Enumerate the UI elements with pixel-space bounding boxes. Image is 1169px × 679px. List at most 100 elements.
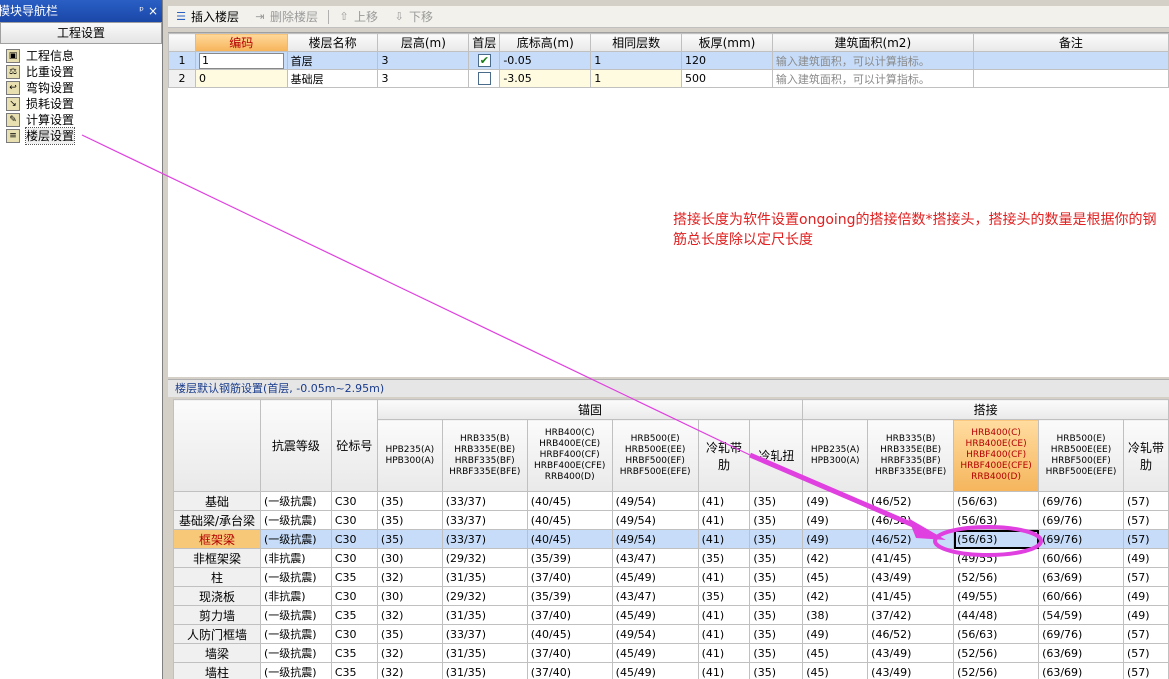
col-header-base-elevation[interactable]: 底标高(m) [499,33,592,52]
floor-code-cell[interactable]: 1 [194,51,288,70]
building-area-cell[interactable]: 输入建筑面积，可以计算指标。 [771,51,974,70]
anchorage-cell[interactable]: (31/35) [441,605,528,625]
first-floor-cell[interactable] [468,69,501,88]
lap-splice-cell[interactable]: (56/63) [953,491,1040,511]
anchorage-cell[interactable]: (40/45) [526,624,613,644]
lap-splice-cell[interactable]: (56/63) [953,624,1040,644]
lap-splice-cell[interactable]: (60/66) [1038,586,1124,606]
concrete-grade-cell[interactable]: C30 [330,491,378,511]
floor-row[interactable]: 2 0 基础层 3 -3.05 1 500 输入建筑面积，可以计算指标。 [168,69,1169,88]
anchorage-cell[interactable]: (41) [697,605,751,625]
anchorage-cell[interactable]: (31/35) [441,567,528,587]
lap-splice-cell[interactable]: (46/52) [867,510,955,530]
lap-splice-cell[interactable]: (63/69) [1038,643,1124,663]
anchorage-cell[interactable]: (49/54) [611,624,699,644]
lap-splice-cell[interactable]: (49/55) [953,586,1040,606]
slab-thickness-cell[interactable]: 500 [681,69,773,88]
nav-section-project-settings[interactable]: 工程设置 [0,22,162,44]
lap-splice-cell[interactable]: (43/49) [867,662,955,679]
lap-splice-cell[interactable]: (69/76) [1038,491,1124,511]
anchorage-cell[interactable]: (29/32) [441,586,528,606]
anchorage-cell[interactable]: (41) [697,567,751,587]
lap-splice-cell[interactable]: (42) [802,586,869,606]
lap-splice-cell[interactable]: (49) [1123,605,1169,625]
lap-splice-cell[interactable]: (49) [802,624,869,644]
floor-name-cell[interactable]: 首层 [286,51,379,70]
concrete-grade-cell[interactable]: C35 [330,605,378,625]
notes-cell[interactable] [972,69,1169,88]
col-header-building-area[interactable]: 建筑面积(m2) [771,33,974,52]
nav-item[interactable]: ↘ 损耗设置 [0,96,162,112]
nav-item[interactable]: ≡ 楼层设置 [0,127,162,145]
lap-splice-cell[interactable]: (63/69) [1038,662,1124,679]
concrete-grade-cell[interactable]: C30 [330,624,378,644]
col-header-code[interactable]: 编码 [194,33,288,52]
same-floors-cell[interactable]: 1 [590,51,683,70]
anchorage-cell[interactable]: (35) [749,567,804,587]
anchorage-cell[interactable]: (40/45) [526,529,613,549]
anchorage-cell[interactable]: (45/49) [611,567,699,587]
col-header-floor-height[interactable]: 层高(m) [377,33,470,52]
rebar-row[interactable]: 墙柱 (一级抗震) C35 (32) (31/35) (37/40) (45/49) (41)… [173,662,1169,679]
anchorage-cell[interactable]: (35) [376,624,443,644]
anchorage-cell[interactable]: (35) [376,491,443,511]
lap-splice-cell[interactable]: (46/52) [867,491,955,511]
lap-splice-cell[interactable]: (37/42) [867,605,955,625]
anchorage-cell[interactable]: (49/54) [611,491,699,511]
lap-splice-cell[interactable]: (49/55) [953,548,1040,568]
anchorage-cell[interactable]: (35) [749,605,804,625]
anchorage-cell[interactable]: (32) [376,662,443,679]
anchorage-cell[interactable]: (31/35) [441,662,528,679]
move-down-button[interactable]: ⇩ 下移 [392,8,433,25]
anchorage-cell[interactable]: (41) [697,491,751,511]
anchorage-cell[interactable]: (35) [376,529,443,549]
insert-floor-button[interactable]: ☰ 插入楼层 [174,8,239,25]
base-elevation-cell[interactable]: -0.05 [499,51,592,70]
first-floor-checkbox[interactable] [477,72,491,86]
base-elevation-cell[interactable]: -3.05 [499,69,592,88]
first-floor-checkbox[interactable]: ✔ [477,54,491,68]
concrete-grade-cell[interactable]: C30 [330,510,378,530]
lap-splice-cell[interactable]: (46/52) [867,624,955,644]
col-header-first-floor[interactable]: 首层 [468,33,501,52]
lap-splice-cell[interactable]: (52/56) [953,662,1040,679]
rebar-row[interactable]: 非框架梁 (非抗震) C30 (30) (29/32) (35/39) (43/47) (35… [173,548,1169,568]
lap-splice-cell[interactable]: (49) [1123,586,1169,606]
anchorage-cell[interactable]: (32) [376,567,443,587]
anchorage-cell[interactable]: (41) [697,662,751,679]
lap-splice-cell[interactable]: (57) [1123,567,1169,587]
floor-height-cell[interactable]: 3 [377,69,470,88]
seismic-grade-cell[interactable]: (一级抗震) [259,529,332,549]
lap-splice-cell[interactable]: (57) [1123,643,1169,663]
lap-splice-cell[interactable]: (45) [802,643,869,663]
anchorage-cell[interactable]: (33/37) [441,529,528,549]
col-header-notes[interactable]: 备注 [972,33,1169,52]
anchorage-cell[interactable]: (43/47) [611,586,699,606]
lap-splice-cell[interactable]: (69/76) [1038,529,1124,549]
lap-splice-cell[interactable]: (41/45) [867,548,955,568]
concrete-grade-cell[interactable]: C30 [330,529,378,549]
lap-splice-cell[interactable]: (57) [1123,510,1169,530]
rebar-row[interactable]: 剪力墙 (一级抗震) C35 (32) (31/35) (37/40) (45/49) (41… [173,605,1169,625]
anchorage-cell[interactable]: (49/54) [611,529,699,549]
lap-splice-cell[interactable]: (38) [802,605,869,625]
anchorage-cell[interactable]: (35) [749,529,804,549]
floor-row[interactable]: 1 1 首层 3 ✔ -0.05 1 120 输入建筑面积，可以计算指标。 [168,51,1169,70]
rebar-row[interactable]: 人防门框墙 (一级抗震) C30 (35) (33/37) (40/45) (49/54)(… [173,624,1169,644]
concrete-grade-cell[interactable]: C30 [330,548,378,568]
anchorage-cell[interactable]: (30) [376,548,443,568]
lap-splice-cell[interactable]: (42) [802,548,869,568]
anchorage-cell[interactable]: (35) [749,510,804,530]
anchorage-cell[interactable]: (35) [749,586,804,606]
lap-splice-cell[interactable]: (60/66) [1038,548,1124,568]
building-area-cell[interactable]: 输入建筑面积，可以计算指标。 [771,69,974,88]
anchorage-cell[interactable]: (35) [697,586,751,606]
anchorage-cell[interactable]: (43/47) [611,548,699,568]
first-floor-cell[interactable]: ✔ [468,51,501,70]
nav-item[interactable]: ▣ 工程信息 [0,48,162,64]
anchorage-cell[interactable]: (41) [697,529,751,549]
anchorage-cell[interactable]: (40/45) [526,510,613,530]
notes-cell[interactable] [972,51,1169,70]
lap-splice-cell[interactable]: (46/52) [867,529,955,549]
concrete-grade-cell[interactable]: C35 [330,643,378,663]
